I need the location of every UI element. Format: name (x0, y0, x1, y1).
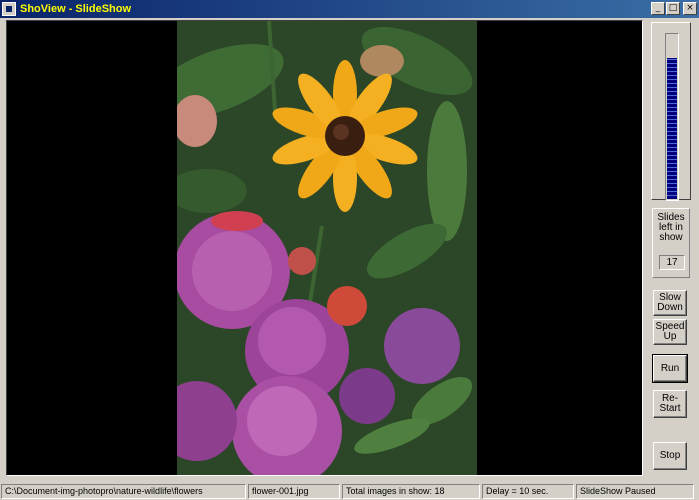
restart-button[interactable]: Re-Start (653, 390, 687, 418)
speed-up-label: Speed Up (655, 321, 685, 342)
window-title: ShoView - SlideShow (20, 3, 132, 15)
speed-meter-track (665, 33, 679, 201)
status-path: C:\Document-img-photopro\nature-wildlife… (1, 484, 246, 499)
run-button[interactable]: Run (652, 354, 688, 383)
title-bar[interactable]: ShoView - SlideShow _ □ × (0, 0, 699, 18)
flower-photo (177, 21, 477, 475)
close-button[interactable]: × (683, 2, 697, 15)
status-total-images: Total images in show: 18 (342, 484, 480, 499)
maximize-button[interactable]: □ (666, 2, 680, 15)
stop-label: Stop (659, 450, 681, 461)
restart-label: Re-Start (659, 393, 681, 414)
control-panel: Slides left in show 17 Slow Down Speed U… (647, 20, 697, 476)
slides-left-panel: Slides left in show 17 (652, 208, 690, 278)
minimize-button[interactable]: _ (651, 2, 665, 15)
speed-up-button[interactable]: Speed Up (653, 319, 687, 345)
speed-meter-fill (667, 58, 677, 199)
slides-left-count: 17 (659, 255, 685, 270)
status-state: SlideShow Paused (576, 484, 694, 499)
slideshow-viewer (6, 20, 643, 476)
status-filename: flower-001.jpg (248, 484, 340, 499)
window-controls: _ □ × (650, 2, 697, 15)
slow-down-label: Slow Down (657, 292, 683, 313)
flower-photo-image (177, 21, 477, 475)
app-icon[interactable] (2, 2, 16, 16)
run-label: Run (660, 362, 680, 374)
slides-left-label: Slides left in show (657, 212, 685, 243)
slow-down-button[interactable]: Slow Down (653, 290, 687, 316)
speed-meter (651, 22, 691, 201)
status-delay: Delay = 10 sec. (482, 484, 574, 499)
status-bar: C:\Document-img-photopro\nature-wildlife… (0, 483, 699, 500)
stop-button[interactable]: Stop (653, 442, 687, 470)
